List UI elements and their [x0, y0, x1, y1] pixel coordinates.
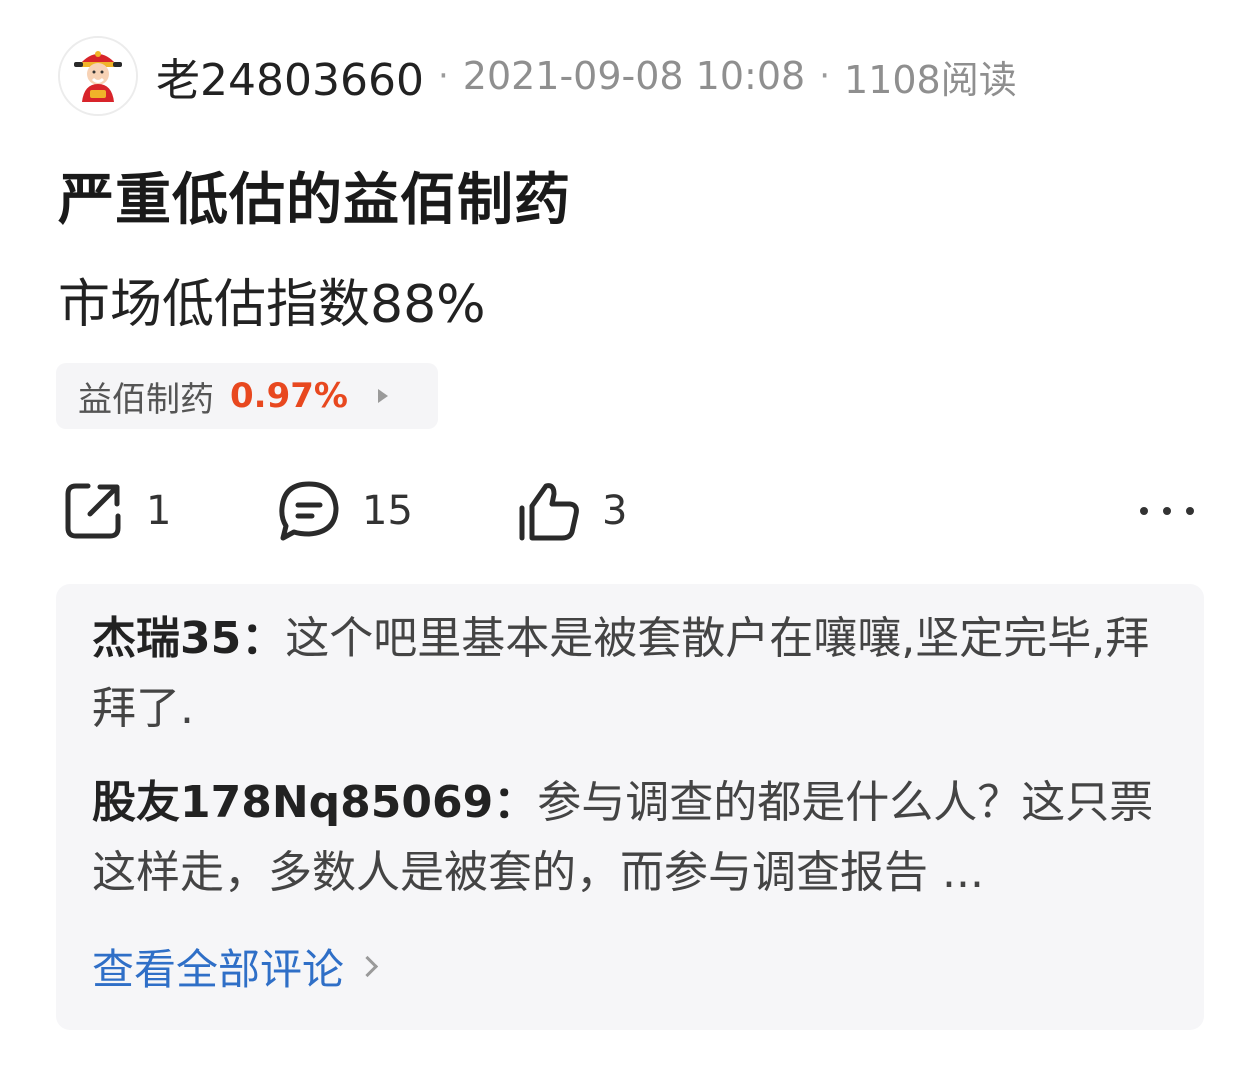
comments-preview: 杰瑞35：这个吧里基本是被套散户在嚷嚷,坚定完毕,拜拜了. 股友178Nq850…: [56, 584, 1204, 1030]
comment-item[interactable]: 杰瑞35：这个吧里基本是被套散户在嚷嚷,坚定完毕,拜拜了.: [92, 604, 1168, 744]
dot: [1140, 507, 1148, 515]
thumbs-up-icon: [519, 483, 579, 541]
view-all-comments-link[interactable]: 查看全部评论: [92, 936, 379, 997]
dot: [1163, 507, 1171, 515]
stock-chip[interactable]: 益佰制药 0.97%: [56, 363, 438, 429]
comment-count: 15: [362, 488, 413, 534]
chevron-right-icon: [356, 955, 379, 978]
meta-separator: ·: [819, 56, 831, 96]
author-name[interactable]: 老24803660: [156, 44, 424, 108]
avatar[interactable]: [58, 36, 138, 116]
share-button[interactable]: 1: [60, 476, 171, 546]
comment-user[interactable]: 杰瑞35：: [92, 613, 285, 664]
share-count: 1: [146, 488, 172, 534]
play-arrow-icon: [377, 389, 388, 403]
share-icon: [65, 483, 121, 539]
meta-separator: ·: [437, 56, 449, 96]
more-dots-icon[interactable]: [1140, 494, 1194, 528]
action-bar: 1 15 3: [60, 476, 1200, 546]
post-title[interactable]: 严重低估的益佰制药: [58, 155, 571, 236]
like-button[interactable]: 3: [516, 476, 627, 546]
comment-button[interactable]: 15: [276, 476, 413, 546]
god-of-wealth-avatar-icon: [60, 38, 136, 114]
stock-change: 0.97%: [230, 376, 348, 416]
comment-icon: [279, 481, 339, 541]
stock-name: 益佰制药: [78, 379, 214, 420]
post-datetime: 2021-09-08 10:08: [462, 54, 806, 98]
comment-user[interactable]: 股友178Nq85069：: [92, 777, 537, 828]
view-all-label: 查看全部评论: [92, 945, 345, 994]
dot: [1186, 507, 1194, 515]
post-header: 老24803660 · 2021-09-08 10:08 · 1108阅读: [58, 36, 1017, 116]
read-count: 1108阅读: [844, 57, 1017, 102]
post-body[interactable]: 市场低估指数88%: [58, 262, 486, 337]
comment-item[interactable]: 股友178Nq85069：参与调查的都是什么人？这只票这样走，多数人是被套的，而…: [92, 768, 1168, 908]
like-count: 3: [602, 488, 628, 534]
